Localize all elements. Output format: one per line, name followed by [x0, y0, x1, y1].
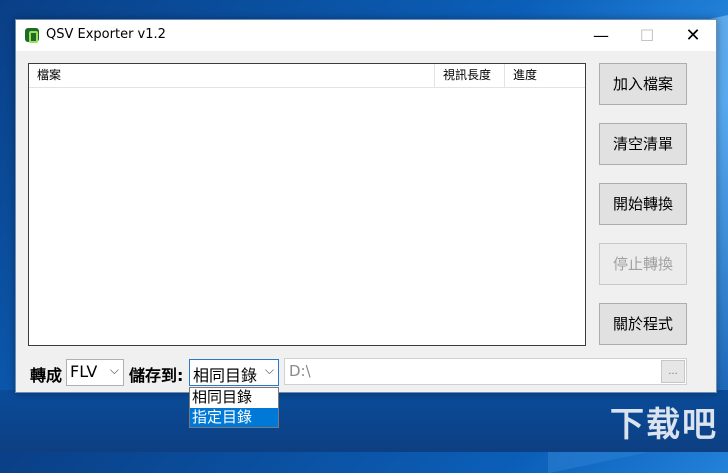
stop-convert-button[interactable]: 停止轉換 — [599, 243, 687, 285]
convert-to-label: 轉成 — [30, 366, 63, 385]
save-to-label: 儲存到: — [129, 366, 184, 385]
title-bar[interactable]: QSV Exporter v1.2 — ☐ ✕ — [16, 20, 716, 51]
output-path-field[interactable]: D:\ — [284, 358, 687, 385]
browse-button[interactable]: ... — [661, 360, 685, 383]
about-button[interactable]: 關於程式 — [599, 303, 687, 345]
column-header-progress[interactable]: 進度 — [505, 64, 585, 87]
start-convert-button[interactable]: 開始轉換 — [599, 183, 687, 225]
save-location-value: 相同目錄 — [193, 366, 258, 385]
save-location-dropdown: 相同目錄 指定目錄 — [189, 387, 279, 428]
app-icon — [25, 28, 39, 43]
clear-list-button[interactable]: 清空清單 — [599, 123, 687, 165]
list-header: 檔案 視訊長度 進度 — [29, 64, 585, 88]
column-header-file[interactable]: 檔案 — [29, 64, 435, 87]
watermark-text: 下载吧 — [610, 405, 718, 445]
output-path-value: D:\ — [289, 362, 311, 380]
close-button[interactable]: ✕ — [670, 20, 716, 51]
dropdown-option-same-directory[interactable]: 相同目錄 — [190, 388, 278, 407]
maximize-button[interactable]: ☐ — [624, 20, 670, 51]
minimize-button[interactable]: — — [578, 20, 624, 51]
chevron-down-icon: ⌵ — [109, 363, 119, 377]
chevron-down-icon: ⌵ — [264, 363, 274, 377]
add-files-button[interactable]: 加入檔案 — [599, 63, 687, 105]
save-location-select[interactable]: 相同目錄 ⌵ — [189, 359, 279, 386]
format-select[interactable]: FLV ⌵ — [66, 359, 124, 386]
file-list[interactable]: 檔案 視訊長度 進度 — [28, 63, 586, 346]
format-value: FLV — [70, 362, 98, 381]
window-title: QSV Exporter v1.2 — [46, 27, 166, 42]
dropdown-option-specified-directory[interactable]: 指定目錄 — [190, 408, 278, 427]
column-header-duration[interactable]: 視訊長度 — [435, 64, 505, 87]
